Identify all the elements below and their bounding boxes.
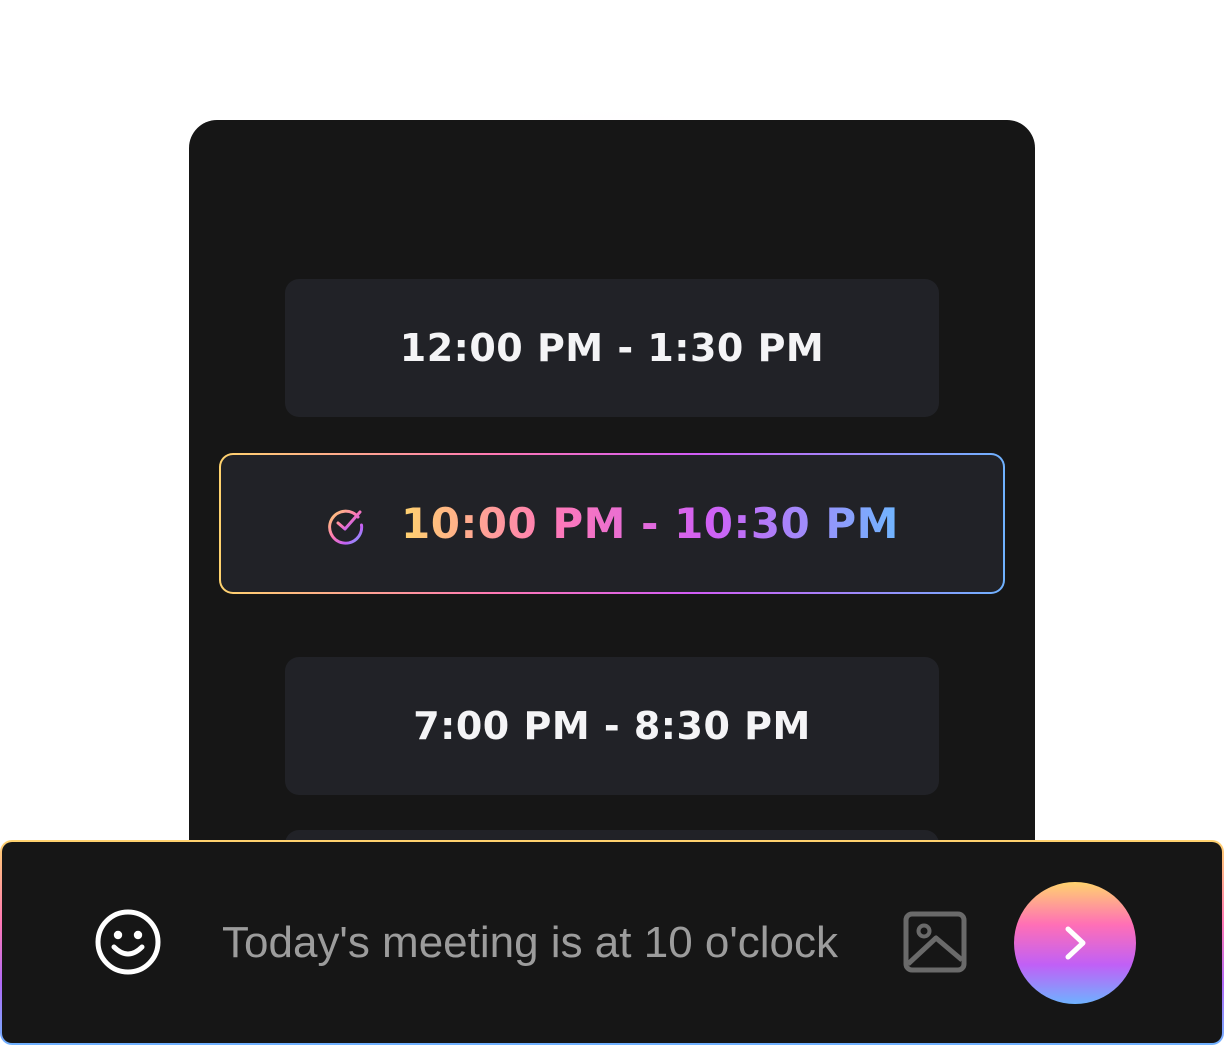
time-slot-option-selected[interactable]: 10:00 PM - 10:30 PM (219, 453, 1005, 594)
selected-slot-inner: 10:00 PM - 10:30 PM (221, 455, 1003, 592)
image-icon (903, 911, 967, 973)
composer-inner (2, 842, 1222, 1043)
message-input[interactable] (222, 912, 872, 974)
emoji-button[interactable] (92, 906, 164, 978)
time-slot-label: 12:00 PM - 1:30 PM (399, 326, 825, 370)
send-button[interactable] (1014, 882, 1136, 1004)
smiley-icon (95, 909, 161, 975)
chevron-right-icon (1065, 926, 1086, 960)
message-composer (0, 840, 1224, 1045)
time-slot-option[interactable]: 7:00 PM - 8:30 PM (285, 657, 939, 795)
attach-image-button[interactable] (902, 910, 968, 974)
time-slot-option[interactable]: 12:00 PM - 1:30 PM (285, 279, 939, 417)
app-stage: 12:00 PM - 1:30 PM 7:00 PM - 8:30 PM 10:… (0, 0, 1224, 1059)
time-slot-label-selected: 10:00 PM - 10:30 PM (401, 499, 899, 548)
check-circle-icon (328, 509, 364, 545)
time-slot-label: 7:00 PM - 8:30 PM (413, 704, 811, 748)
